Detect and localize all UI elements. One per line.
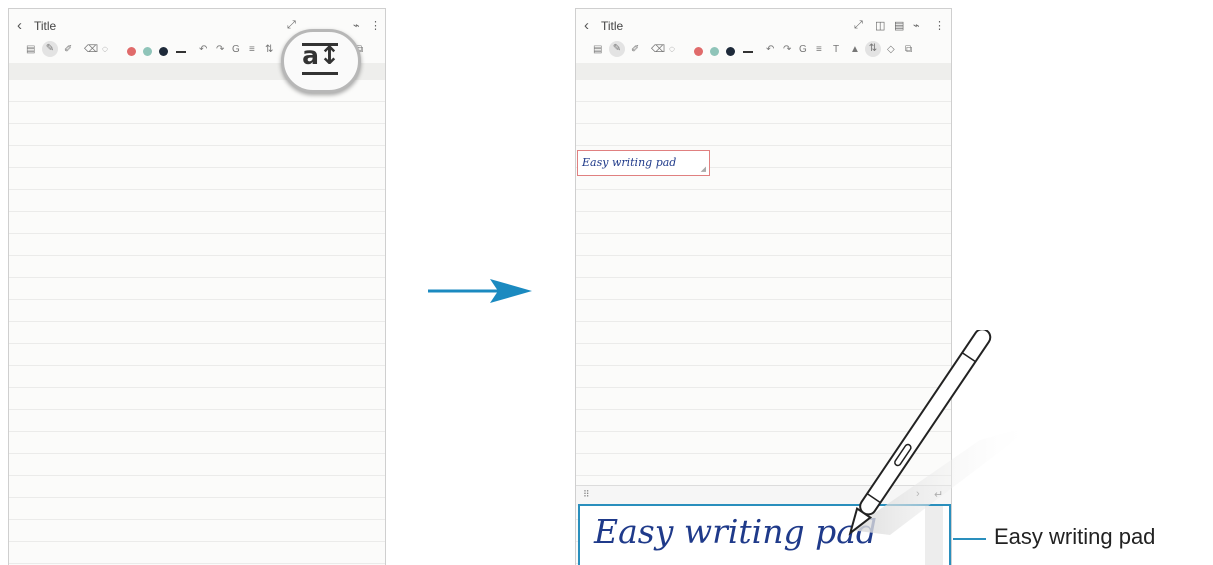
expand-icon[interactable]: ⤢ [854, 19, 863, 32]
zoom-bottom-bar [302, 72, 338, 75]
split-view-icon[interactable]: ◫ [875, 19, 885, 32]
callout-line [953, 538, 986, 540]
color-navy-swatch[interactable] [159, 47, 168, 56]
text-align-icon[interactable]: ≡ [249, 44, 255, 55]
redo-icon[interactable]: ↷ [216, 44, 224, 55]
highlighter-icon[interactable]: ✐ [631, 44, 639, 55]
line-spacing-icon[interactable]: ⇅ [265, 44, 273, 55]
lasso-icon[interactable]: ◌ [669, 44, 675, 55]
transition-arrow-icon [428, 279, 532, 303]
back-chevron-icon[interactable]: ‹ [17, 17, 22, 34]
keyboard-icon[interactable]: ▤ [593, 44, 602, 55]
color-teal-swatch[interactable] [710, 47, 719, 56]
stroke-width-icon[interactable] [743, 51, 753, 53]
top-bar: ‹ Title ⤢ ◫ ▤ ⌁ ⋮ [576, 9, 951, 44]
note-title[interactable]: Title [601, 19, 623, 33]
handwriting-icon[interactable]: G [799, 44, 807, 55]
text-box[interactable]: Easy writing pad ◢ [577, 150, 710, 176]
attach-icon[interactable]: ⌁ [913, 19, 920, 32]
handwriting-icon[interactable]: G [232, 44, 240, 55]
more-options-icon[interactable]: ⋮ [370, 19, 381, 32]
pen-icon[interactable]: ✎ [609, 41, 625, 57]
eraser-icon[interactable]: ⌫ [651, 44, 665, 55]
more-options-icon[interactable]: ⋮ [934, 19, 945, 32]
note-title[interactable]: Title [34, 19, 56, 33]
page-icon[interactable]: ▤ [894, 19, 904, 32]
drag-handle-icon[interactable]: ⠿ [583, 489, 590, 500]
title-band [576, 63, 951, 80]
convert-icon[interactable]: ◇ [887, 44, 895, 55]
lined-paper[interactable] [9, 80, 385, 565]
drawing-toolbar: ▤ ✎ ✐ ⌫ ◌ ↶ ↷ G ≡ T ▲ ⇅ ◇ ⧉ [576, 41, 951, 63]
eraser-icon[interactable]: ⌫ [84, 44, 98, 55]
callout-label: Easy writing pad [994, 524, 1156, 549]
resize-handle-icon[interactable]: ◢ [701, 165, 706, 173]
keyboard-icon[interactable]: ▤ [26, 44, 35, 55]
shape-icon[interactable]: ▲ [850, 44, 860, 55]
undo-icon[interactable]: ↶ [199, 44, 207, 55]
color-red-swatch[interactable] [127, 47, 136, 56]
lasso-icon[interactable]: ◌ [102, 44, 108, 55]
expand-icon[interactable]: ⤢ [287, 19, 296, 32]
undo-icon[interactable]: ↶ [766, 44, 774, 55]
highlighter-icon[interactable]: ✐ [64, 44, 72, 55]
line-spacing-icon[interactable]: ⇅ [865, 41, 881, 57]
color-red-swatch[interactable] [694, 47, 703, 56]
font-size-icon[interactable]: T [833, 44, 839, 55]
text-align-icon[interactable]: ≡ [816, 44, 822, 55]
redo-icon[interactable]: ↷ [783, 44, 791, 55]
text-spacing-icon: a↕ [302, 41, 340, 70]
zoom-magnifier: a↕ [281, 29, 361, 93]
color-teal-swatch[interactable] [143, 47, 152, 56]
copy-icon[interactable]: ⧉ [905, 44, 912, 55]
stroke-width-icon[interactable] [176, 51, 186, 53]
color-navy-swatch[interactable] [726, 47, 735, 56]
pen-icon[interactable]: ✎ [42, 41, 58, 57]
attach-icon[interactable]: ⌁ [353, 19, 360, 32]
text-box-value: Easy writing pad [582, 156, 677, 169]
back-chevron-icon[interactable]: ‹ [584, 17, 589, 34]
